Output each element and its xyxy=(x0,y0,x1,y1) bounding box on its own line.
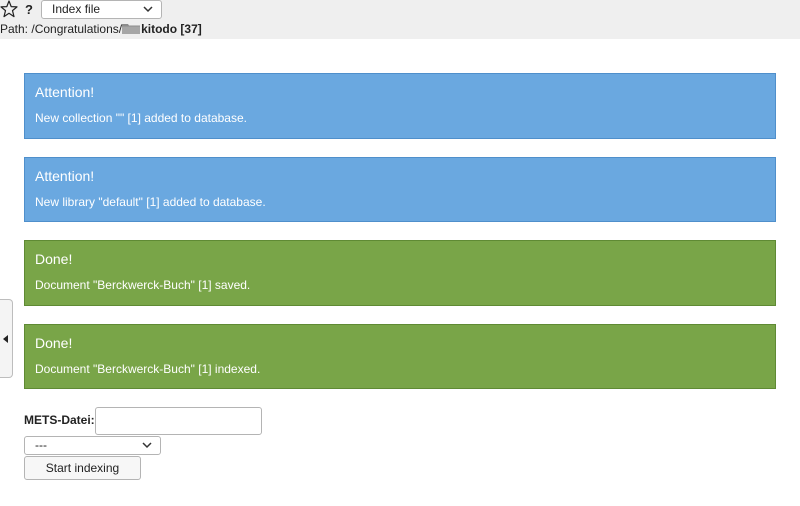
library-select-value: --- xyxy=(35,438,47,452)
flash-message-title: Done! xyxy=(35,251,73,267)
path-current-folder[interactable]: kitodo xyxy=(141,22,177,36)
mets-file-input[interactable] xyxy=(95,407,262,435)
function-select-value: Index file xyxy=(52,2,101,16)
flash-message-saved: Done! Document "Berckwerck-Buch" [1] sav… xyxy=(24,240,776,306)
flash-message-title: Attention! xyxy=(35,168,95,184)
help-button[interactable]: ? xyxy=(25,1,33,18)
path-id: [37] xyxy=(180,22,202,36)
flash-message-text: New library "default" [1] added to datab… xyxy=(35,195,266,209)
sidebar-toggle[interactable] xyxy=(0,299,13,378)
flash-message-library: Attention! New library "default" [1] add… xyxy=(24,157,776,222)
flash-message-indexed: Done! Document "Berckwerck-Buch" [1] ind… xyxy=(24,324,776,389)
caret-left-icon xyxy=(3,335,8,343)
flash-message-collection: Attention! New collection "" [1] added t… xyxy=(24,73,776,139)
flash-message-title: Attention! xyxy=(35,84,95,100)
flash-message-text: Document "Berckwerck-Buch" [1] indexed. xyxy=(35,362,261,376)
flash-message-text: New collection "" [1] added to database. xyxy=(35,111,247,125)
chevron-down-icon xyxy=(143,6,153,13)
breadcrumb: Path: /Congratulations/ kitodo [37] xyxy=(0,21,202,37)
library-select[interactable]: --- xyxy=(24,436,161,455)
star-outline-icon[interactable] xyxy=(0,0,18,18)
folder-icon xyxy=(122,24,141,34)
flash-message-title: Done! xyxy=(35,335,73,351)
path-prefix: Path: /Congratulations/ xyxy=(0,22,123,36)
start-indexing-button[interactable]: Start indexing xyxy=(24,456,141,480)
function-select[interactable]: Index file xyxy=(41,0,162,19)
flash-message-text: Document "Berckwerck-Buch" [1] saved. xyxy=(35,278,251,292)
chevron-down-icon xyxy=(142,442,152,449)
mets-file-label: METS-Datei: xyxy=(24,413,95,427)
